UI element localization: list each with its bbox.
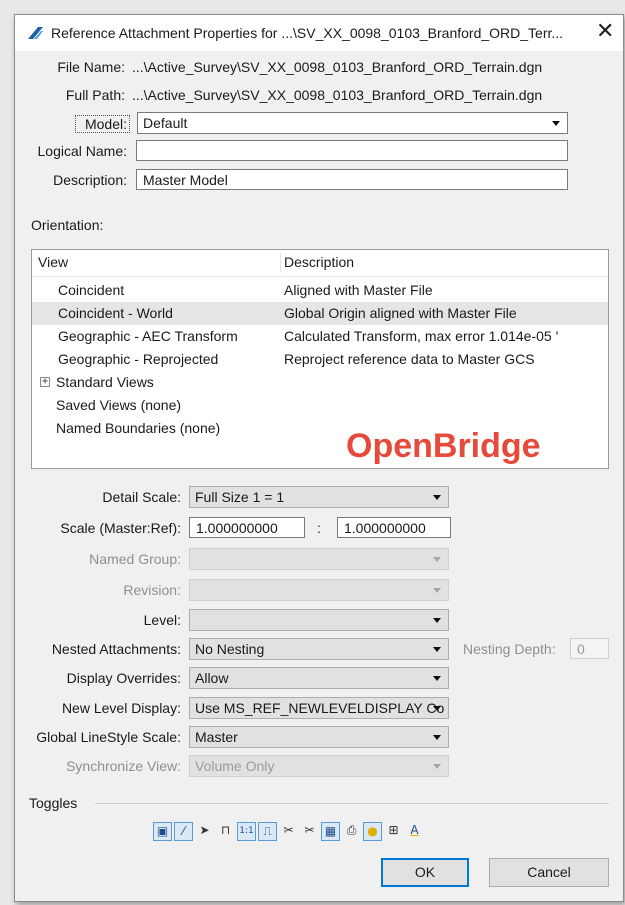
view-cell: Coincident	[58, 282, 125, 298]
description-field[interactable]: Master Model	[136, 169, 568, 190]
close-icon[interactable]: ✕	[596, 20, 614, 42]
list-item[interactable]: Geographic - Reprojected Reproject refer…	[32, 348, 608, 371]
print-toggle-icon[interactable]: ⎙	[342, 822, 361, 841]
toggles-divider	[95, 803, 609, 804]
file-name-label: File Name:	[57, 59, 125, 75]
description-cell: Aligned with Master File	[284, 282, 433, 298]
new-level-display-select[interactable]: Use MS_REF_NEWLEVELDISPLAY Co	[189, 697, 449, 719]
text-toggle-icon[interactable]: A	[405, 822, 424, 841]
column-divider[interactable]	[280, 253, 281, 273]
detail-scale-value: Full Size 1 = 1	[195, 489, 285, 505]
description-cell: Reproject reference data to Master GCS	[284, 351, 535, 367]
detail-scale-select[interactable]: Full Size 1 = 1	[189, 486, 449, 508]
raster-toggle-icon[interactable]: ▦	[321, 822, 340, 841]
logical-name-label: Logical Name:	[37, 143, 128, 159]
column-header-description[interactable]: Description	[284, 254, 354, 270]
logical-name-field[interactable]	[136, 140, 568, 161]
named-group-select[interactable]	[189, 548, 449, 570]
new-level-display-label: New Level Display:	[61, 700, 181, 716]
chevron-down-icon	[433, 618, 441, 623]
revision-select[interactable]	[189, 579, 449, 601]
highlight-toggle-icon[interactable]: ●	[363, 822, 382, 841]
chevron-down-icon	[433, 557, 441, 562]
view-cell: Saved Views (none)	[56, 397, 182, 413]
full-path-value: ...\Active_Survey\SV_XX_0098_0103_Branfo…	[132, 87, 543, 103]
description-cell: Global Origin aligned with Master File	[284, 305, 517, 321]
scale-separator: :	[317, 520, 321, 536]
chevron-down-icon	[433, 495, 441, 500]
detail-scale-label: Detail Scale:	[102, 489, 181, 505]
scale-master-field[interactable]: 1.000000000	[189, 517, 305, 538]
openroads-app-icon	[28, 27, 43, 39]
model-select[interactable]: Default	[137, 112, 568, 134]
chevron-down-icon	[433, 706, 441, 711]
nested-attachments-select[interactable]: No Nesting	[189, 638, 449, 660]
lock-toggle-icon[interactable]: ⊓	[216, 822, 235, 841]
model-select-value: Default	[143, 115, 188, 131]
list-item[interactable]: Coincident Aligned with Master File	[32, 279, 608, 302]
scale-label: Scale (Master:Ref):	[60, 520, 181, 536]
description-label: Description:	[53, 172, 127, 188]
description-cell: Calculated Transform, max error 1.014e-0…	[284, 328, 559, 344]
scale-lines-toggle-icon[interactable]: 1:1	[237, 822, 256, 841]
line-style-toggle-icon[interactable]: ⎍	[258, 822, 277, 841]
synchronize-view-label: Synchronize View:	[66, 758, 181, 774]
clip-front-toggle-icon[interactable]: ✂	[300, 822, 319, 841]
nested-attachments-label: Nested Attachments:	[51, 641, 181, 657]
orientation-label: Orientation:	[31, 217, 104, 233]
level-select[interactable]	[189, 609, 449, 631]
scale-ref-field[interactable]: 1.000000000	[337, 517, 451, 538]
chevron-down-icon	[433, 676, 441, 681]
chevron-down-icon	[552, 121, 560, 126]
full-path-label: Full Path:	[65, 87, 125, 103]
list-header: View Description	[32, 250, 608, 277]
list-item[interactable]: Saved Views (none)	[32, 394, 608, 417]
chevron-down-icon	[433, 735, 441, 740]
toggles-label: Toggles	[29, 795, 78, 811]
cancel-button[interactable]: Cancel	[489, 858, 609, 887]
snap-toggle-icon[interactable]: ⁄	[174, 822, 193, 841]
file-name-value: ...\Active_Survey\SV_XX_0098_0103_Branfo…	[132, 59, 543, 75]
title-bar[interactable]: Reference Attachment Properties for ...\…	[15, 15, 623, 51]
revision-label: Revision:	[123, 582, 181, 598]
list-item[interactable]: Coincident - World Global Origin aligned…	[32, 302, 608, 325]
orientation-list[interactable]: View Description Coincident Aligned with…	[31, 249, 609, 469]
level-label: Level:	[143, 612, 181, 628]
chevron-down-icon	[433, 588, 441, 593]
list-item[interactable]: + Standard Views	[32, 371, 608, 394]
treat-as-element-icon[interactable]: ⊞	[384, 822, 403, 841]
view-cell: Coincident - World	[58, 305, 173, 321]
nesting-depth-field[interactable]: 0	[570, 638, 609, 659]
global-linestyle-scale-label: Global LineStyle Scale:	[36, 729, 181, 745]
list-item[interactable]: Geographic - AEC Transform Calculated Tr…	[32, 325, 608, 348]
chevron-down-icon	[433, 764, 441, 769]
openbridge-watermark: OpenBridge	[346, 427, 541, 465]
synchronize-view-select[interactable]: Volume Only	[189, 755, 449, 777]
expand-icon[interactable]: +	[40, 377, 50, 387]
window-title: Reference Attachment Properties for ...\…	[51, 25, 564, 41]
locate-toggle-icon[interactable]: ➤	[195, 822, 214, 841]
named-group-label: Named Group:	[89, 551, 181, 567]
reference-attachment-dialog: Reference Attachment Properties for ...\…	[14, 14, 624, 902]
view-cell: Standard Views	[56, 374, 154, 390]
display-overrides-select[interactable]: Allow	[189, 667, 449, 689]
view-cell: Geographic - Reprojected	[58, 351, 219, 367]
model-label: Model:	[75, 115, 130, 133]
chevron-down-icon	[433, 647, 441, 652]
nesting-depth-label: Nesting Depth:	[463, 641, 556, 657]
display-overrides-label: Display Overrides:	[66, 670, 181, 686]
clip-back-toggle-icon[interactable]: ✂	[279, 822, 298, 841]
view-cell: Named Boundaries (none)	[56, 420, 221, 436]
display-toggle-icon[interactable]: ▣	[153, 822, 172, 841]
global-linestyle-scale-select[interactable]: Master	[189, 726, 449, 748]
column-header-view[interactable]: View	[38, 254, 68, 270]
view-cell: Geographic - AEC Transform	[58, 328, 238, 344]
ok-button[interactable]: OK	[381, 858, 469, 887]
